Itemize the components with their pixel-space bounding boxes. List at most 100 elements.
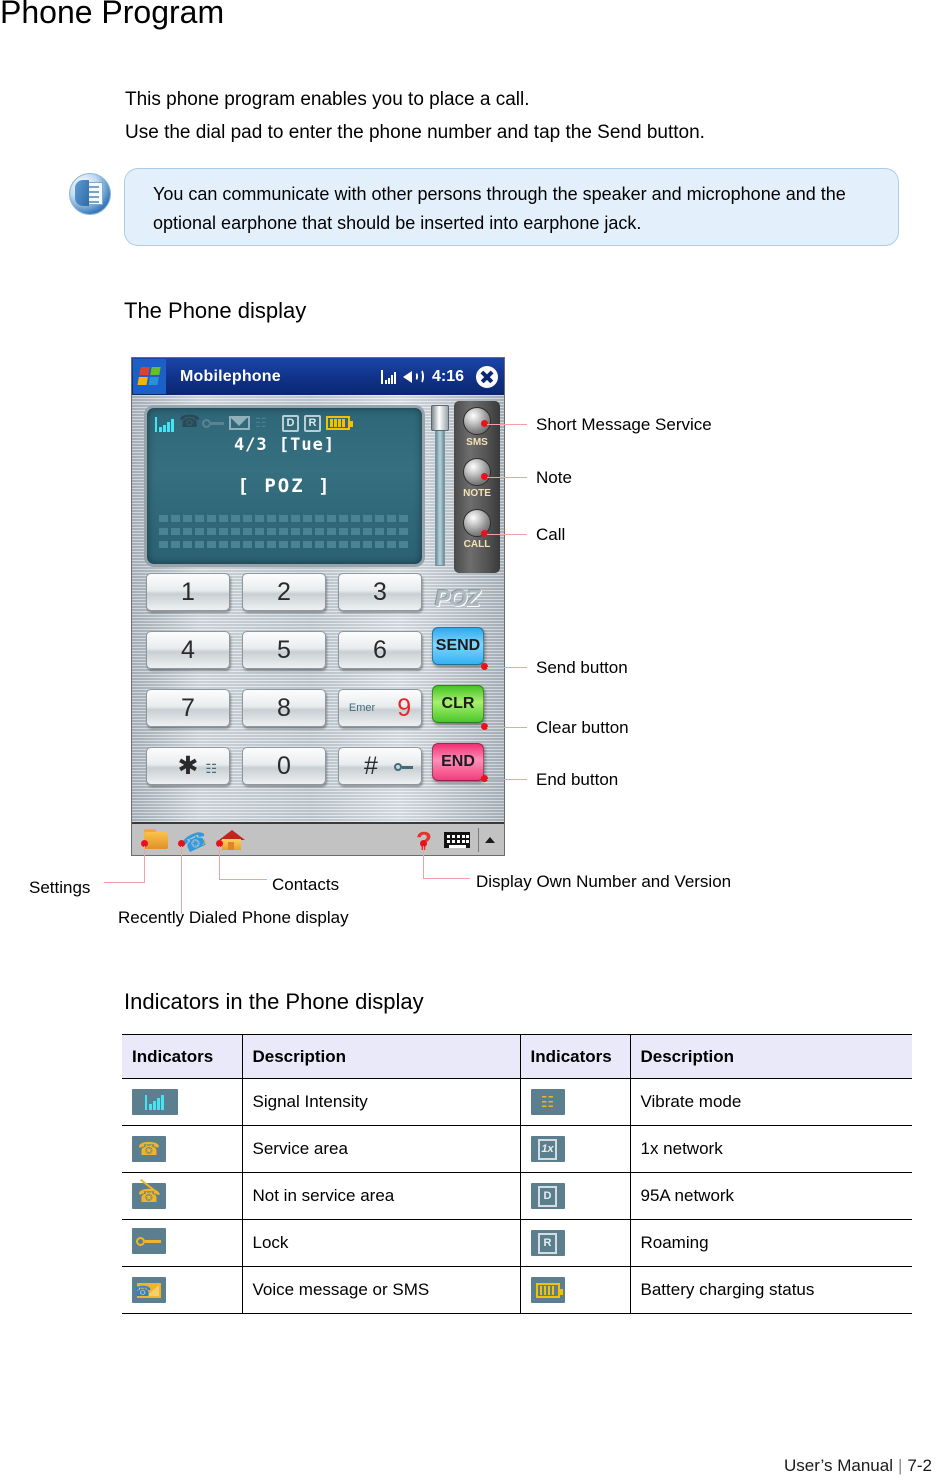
95a-network-icon: D xyxy=(530,1183,565,1209)
sms-button-label: SMS xyxy=(466,437,488,448)
clear-button[interactable]: CLR xyxy=(432,685,484,723)
callout-label-sms: Short Message Service xyxy=(536,415,712,434)
header-indicators-left: Indicators xyxy=(122,1034,243,1079)
dialpad-key-5[interactable]: 5 xyxy=(242,631,326,669)
cell-icon-roaming: R xyxy=(519,1219,631,1267)
lcd-roaming-icon: R xyxy=(304,414,321,432)
lcd-service-area-icon xyxy=(179,412,200,432)
pda-titlebar-status: 4:16 xyxy=(380,358,498,395)
titlebar-signal-icon xyxy=(380,369,396,384)
dialpad-key-3[interactable]: 3 xyxy=(338,573,422,611)
callout-line-settings-v xyxy=(144,846,145,882)
lcd-vibrate-icon: ☷ xyxy=(255,415,267,430)
note-button-label: NOTE xyxy=(463,488,491,499)
cell-desc-95a-network: 95A network xyxy=(629,1172,912,1220)
dialpad-key-2[interactable]: 2 xyxy=(242,573,326,611)
chevron-up-icon[interactable] xyxy=(482,828,498,852)
dialpad-key-9[interactable]: Emer 9 xyxy=(338,689,422,727)
callout-label-call: Call xyxy=(536,525,566,544)
version-help-icon[interactable]: ? xyxy=(416,826,436,856)
pda-titlebar: Mobilephone 4:16 xyxy=(132,358,504,395)
dialpad-key-7[interactable]: 7 xyxy=(146,689,230,727)
cell-icon-vibrate: ☷ xyxy=(519,1078,631,1126)
intro-paragraph-1: This phone program enables you to place … xyxy=(125,89,530,110)
close-icon[interactable] xyxy=(476,365,498,388)
callout-label-clear: Clear button xyxy=(536,718,629,737)
callout-line-settings-h xyxy=(104,882,145,883)
cell-icon-lock xyxy=(122,1219,243,1267)
footer-separator: | xyxy=(898,1456,903,1475)
callout-label-note: Note xyxy=(536,468,572,487)
lcd-status-bar: ☷ D R xyxy=(155,412,416,433)
callout-label-settings: Settings xyxy=(29,878,91,897)
vibrate-mode-icon: ☷ xyxy=(530,1089,565,1115)
table-row: ☎ Not in service area D 95A network xyxy=(122,1172,912,1220)
end-button[interactable]: END xyxy=(432,743,484,781)
cell-icon-no-service: ☎ xyxy=(122,1172,243,1220)
onex-network-icon: 1x xyxy=(530,1136,565,1162)
cell-desc-vibrate: Vibrate mode xyxy=(629,1078,912,1126)
cell-icon-1x-network: 1x xyxy=(519,1125,631,1173)
intro-paragraph-2: Use the dial pad to enter the phone numb… xyxy=(125,122,705,143)
titlebar-volume-icon[interactable] xyxy=(402,369,425,384)
lcd-placeholder-row xyxy=(159,528,410,535)
section-heading-phone-display: The Phone display xyxy=(124,298,307,323)
pda-window-title: Mobilephone xyxy=(180,367,281,385)
recent-calls-icon[interactable]: ☎ ♪ xyxy=(178,826,211,858)
volume-slider-track[interactable] xyxy=(435,411,445,566)
callout-label-contacts: Contacts xyxy=(272,875,340,894)
callout-line-sms xyxy=(487,424,527,425)
lock-icon xyxy=(132,1227,166,1254)
callout-line-note xyxy=(487,477,527,478)
callout-label-recent: Recently Dialed Phone display xyxy=(118,908,349,927)
phone-lcd: ☷ D R 4/3 [Tue] [ POZ ] xyxy=(144,405,425,567)
table-row: ☎ Service area 1x 1x network xyxy=(122,1125,912,1173)
dialpad-key-1[interactable]: 1 xyxy=(146,573,230,611)
battery-charging-icon xyxy=(530,1277,565,1303)
windows-start-icon[interactable] xyxy=(133,359,166,394)
lcd-placeholder-row xyxy=(159,515,410,522)
volume-slider-thumb[interactable] xyxy=(431,405,449,431)
send-button[interactable]: SEND xyxy=(432,627,484,665)
contacts-home-icon[interactable] xyxy=(218,828,246,852)
dialpad-key-0[interactable]: 0 xyxy=(242,747,326,785)
dialpad-key-6[interactable]: 6 xyxy=(338,631,422,669)
pda-screenshot: Mobilephone 4:16 ☎ ☷ D R 4/3 [Tue] [POZ… xyxy=(131,357,505,858)
poz-brand-logo: POZ xyxy=(435,585,480,611)
keyboard-icon[interactable] xyxy=(444,828,474,852)
cell-desc-lock: Lock xyxy=(241,1219,521,1267)
callout-line-recent-v xyxy=(181,846,182,914)
note-box: You can communicate with other persons t… xyxy=(124,168,899,246)
call-button-label: CALL xyxy=(463,539,491,550)
cell-desc-signal: Signal Intensity xyxy=(241,1078,521,1126)
pda-bottom-toolbar: ☎♪ ? xyxy=(132,822,504,858)
dialpad-key-4[interactable]: 4 xyxy=(146,631,230,669)
lock-icon xyxy=(394,762,413,773)
note-document-icon xyxy=(67,172,113,216)
lcd-network-text: [ POZ ] xyxy=(237,475,332,497)
indicators-table: Indicators Description Indicators Descri… xyxy=(122,1034,912,1314)
table-row: Lock R Roaming xyxy=(122,1219,912,1267)
titlebar-clock[interactable]: 4:16 xyxy=(432,368,464,386)
lcd-placeholder-row xyxy=(159,541,410,548)
lcd-message-icon xyxy=(229,416,250,430)
cell-icon-95a-network: D xyxy=(519,1172,631,1220)
cell-desc-no-service: Not in service area xyxy=(241,1172,521,1220)
not-in-service-area-icon: ☎ xyxy=(132,1178,166,1209)
lcd-lock-icon xyxy=(202,416,224,430)
header-description-right: Description xyxy=(629,1034,912,1079)
header-description-left: Description xyxy=(241,1034,521,1079)
lcd-date-text: 4/3 [Tue] xyxy=(233,435,336,455)
dialpad-key-star[interactable]: ✱ ☷ xyxy=(146,747,230,785)
table-header-row: Indicators Description Indicators Descri… xyxy=(122,1034,912,1079)
callout-line-call xyxy=(487,534,527,535)
page-title: Phone Program xyxy=(0,0,225,30)
dialpad-key-hash[interactable]: # xyxy=(338,747,422,785)
footer-manual-label: User’s Manual xyxy=(784,1456,893,1475)
dialpad-key-8[interactable]: 8 xyxy=(242,689,326,727)
header-indicators-right: Indicators xyxy=(519,1034,631,1079)
callout-line-contacts-v xyxy=(219,846,220,879)
cell-icon-service-area: ☎ xyxy=(122,1125,243,1173)
note-button[interactable] xyxy=(463,458,491,486)
roaming-icon: R xyxy=(530,1230,565,1256)
